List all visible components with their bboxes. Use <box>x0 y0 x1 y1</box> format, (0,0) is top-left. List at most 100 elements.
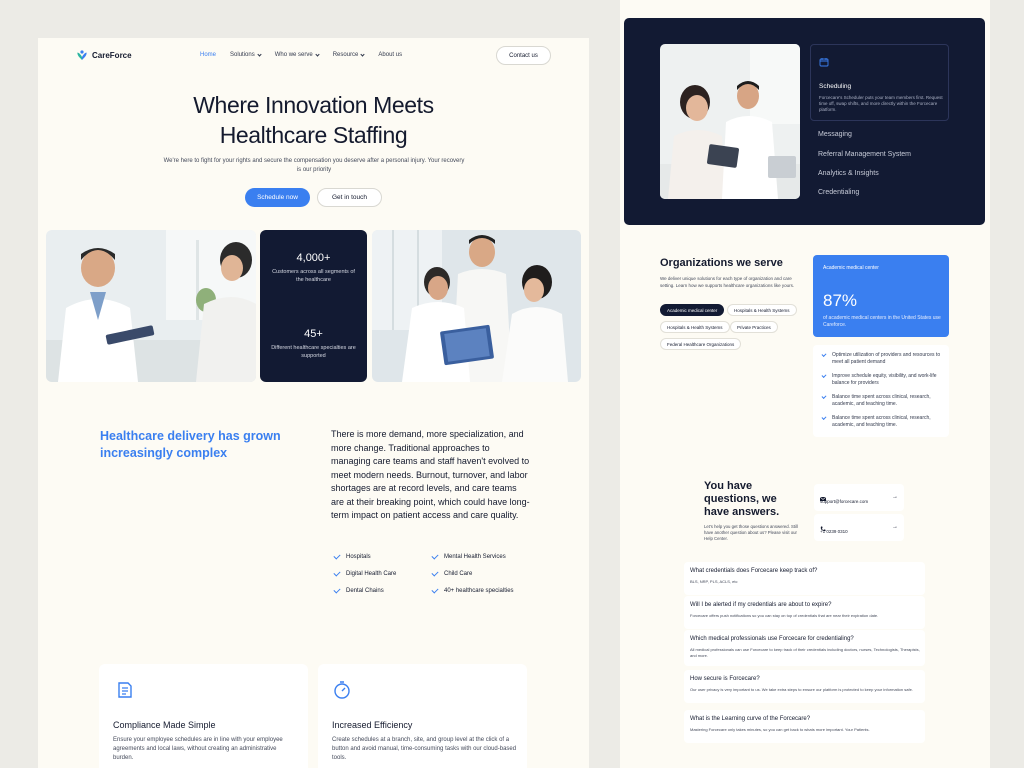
benefit-text: Balance time spent across clinical, rese… <box>832 415 931 428</box>
hero-title-line2: Healthcare Staffing <box>219 122 408 148</box>
faq-question: Will I be alerted if my credentials are … <box>690 602 832 608</box>
list-item-label: Hospitals <box>346 554 371 560</box>
faq-item[interactable]: Which medical professionals use Forcecar… <box>684 630 925 666</box>
feature-text: Create schedules at a branch, site, and … <box>332 737 517 761</box>
list-item: 40+ healthcare specialties <box>431 585 542 594</box>
feature-title: Increased Efficiency <box>332 720 413 730</box>
checkmark-icon <box>333 551 341 560</box>
stat-customers-value: 4,000+ <box>296 252 331 264</box>
email-contact-card[interactable]: support@forcecare.com → <box>814 484 904 511</box>
medical-team-photo <box>372 230 581 382</box>
solution-item-referral[interactable]: Referral Management System <box>818 151 911 158</box>
nav-resource[interactable]: Resource <box>332 51 366 58</box>
questions-subtitle: Let's help you get those questions answe… <box>704 524 798 541</box>
stopwatch-icon <box>332 680 352 700</box>
get-in-touch-button[interactable]: Get in touch <box>317 188 382 207</box>
faq-item[interactable]: What credentials does Forcecare keep tra… <box>684 562 925 595</box>
faq-item[interactable]: How secure is Forcecare? Our user privacy… <box>684 670 925 703</box>
checkmark-icon <box>821 373 827 378</box>
organizations-title: Organizations we serve <box>660 257 783 269</box>
nav-about-us[interactable]: About us <box>378 52 402 58</box>
nav-who-we-serve[interactable]: Who we serve <box>274 51 320 58</box>
questions-title: You have questions, we have answers. <box>704 480 780 518</box>
faq-question: What is the Learning curve of the Forcec… <box>690 716 811 722</box>
chevron-down-icon <box>257 51 262 57</box>
org-chip-private[interactable]: Private Practices <box>730 321 778 333</box>
complexity-title: Healthcare delivery has grown increasing… <box>100 429 281 460</box>
highlight-value: 87% <box>823 291 858 310</box>
stat-specialties-label: Different healthcare specialties are sup… <box>271 345 356 359</box>
feature-text: Ensure your employee schedules are in li… <box>113 737 283 761</box>
nav-solutions[interactable]: Solutions <box>230 51 262 58</box>
nav-label: Who we serve <box>274 52 313 58</box>
list-item-label: Child Care <box>444 571 473 577</box>
benefit-text: Balance time spent across clinical, rese… <box>832 394 931 407</box>
checkmark-icon <box>431 551 439 560</box>
checkmark-icon <box>333 568 341 577</box>
solution-item-messaging[interactable]: Messaging <box>818 131 852 138</box>
landing-page: CareForce Home Solutions Who we serve Re… <box>38 38 589 768</box>
org-chip-hospitals-2[interactable]: Hospitals & Health Systems <box>660 321 730 333</box>
checkmark-icon <box>821 352 827 357</box>
solution-item-analytics[interactable]: Analytics & Insights <box>818 170 879 177</box>
checkmark-icon <box>821 415 827 420</box>
list-item: Improve schedule equity, visibility, and… <box>821 373 942 386</box>
stat-specialties-value: 45+ <box>304 328 323 340</box>
chevron-down-icon <box>360 51 366 57</box>
schedule-now-button[interactable]: Schedule now <box>245 188 310 207</box>
faq-answer: Mastering Forcecare only takes minutes, … <box>690 727 870 732</box>
checkmark-icon <box>431 568 439 577</box>
list-item: Digital Health Care <box>333 568 432 577</box>
contact-us-button[interactable]: Contact us <box>496 46 551 65</box>
details-page: Scheduling Forcecare's Scheduler puts yo… <box>620 0 990 768</box>
careforce-logo-icon <box>76 49 88 61</box>
org-chip-federal[interactable]: Federal Healthcare Organizations <box>660 338 742 350</box>
benefits-card: Optimize utilization of providers and re… <box>813 345 949 437</box>
doctor-consultation-photo <box>46 230 256 382</box>
document-icon <box>115 680 135 700</box>
scheduling-title: Scheduling <box>819 83 852 90</box>
phone-value: +1 0239 0310 <box>820 529 848 534</box>
phone-contact-card[interactable]: +1 0239 0310 → <box>814 514 904 541</box>
checkmark-icon <box>431 585 439 594</box>
solutions-panel: Scheduling Forcecare's Scheduler puts yo… <box>624 18 985 225</box>
faq-item[interactable]: Will I be alerted if my credentials are … <box>684 596 925 629</box>
list-item: Child Care <box>431 568 542 577</box>
faq-item[interactable]: What is the Learning curve of the Forcec… <box>684 710 925 743</box>
hero-title: Where Innovation Meets Healthcare Staffi… <box>38 90 589 150</box>
email-value: support@forcecare.com <box>820 499 869 504</box>
list-item-label: 40+ healthcare specialties <box>444 588 514 594</box>
checkmark-icon <box>333 585 341 594</box>
highlight-label: Academic medical center <box>823 265 879 271</box>
solution-item-credentialing[interactable]: Credentialing <box>818 189 859 196</box>
complexity-body: There is more demand, more specializatio… <box>331 429 530 520</box>
highlight-card: Academic medical center 87% of academic … <box>813 255 949 337</box>
list-item: Optimize utilization of providers and re… <box>821 352 942 365</box>
list-item: Dental Chains <box>333 585 432 594</box>
org-chip-academic[interactable]: Academic medical center <box>660 304 725 316</box>
list-item: Mental Health Services <box>431 551 542 560</box>
list-item: Hospitals <box>333 551 432 560</box>
faq-question: How secure is Forcecare? <box>690 676 760 682</box>
org-chip-hospitals[interactable]: Hospitals & Health Systems <box>727 304 797 316</box>
hero-subtitle: We're here to fight for your rights and … <box>163 158 465 173</box>
checkmark-icon <box>821 394 827 399</box>
hero-title-line1: Where Innovation Meets <box>193 92 434 118</box>
nav-label: Resource <box>332 52 359 58</box>
mail-icon <box>819 489 827 501</box>
stat-customers-label: Customers across all segments of the hea… <box>272 269 355 283</box>
list-item-label: Digital Health Care <box>346 571 397 577</box>
brand-logo[interactable]: CareForce <box>76 49 132 61</box>
top-navigation: CareForce Home Solutions Who we serve Re… <box>38 38 589 72</box>
scheduling-card[interactable]: Scheduling Forcecare's Scheduler puts yo… <box>810 44 949 121</box>
faq-answer: Our user privacy is very important to us… <box>690 687 913 692</box>
feature-title: Compliance Made Simple <box>113 720 216 730</box>
faq-answer: Forcecare offers push notifications so y… <box>690 613 879 618</box>
list-item-label: Dental Chains <box>346 588 384 594</box>
scheduling-text: Forcecare's Scheduler puts your team mem… <box>819 95 943 112</box>
nav-home[interactable]: Home <box>200 52 216 58</box>
nav-label: About us <box>378 52 403 58</box>
arrow-right-icon: → <box>892 524 898 530</box>
arrow-right-icon: → <box>892 494 898 500</box>
stats-card: 4,000+ Customers across all segments of … <box>260 230 367 382</box>
